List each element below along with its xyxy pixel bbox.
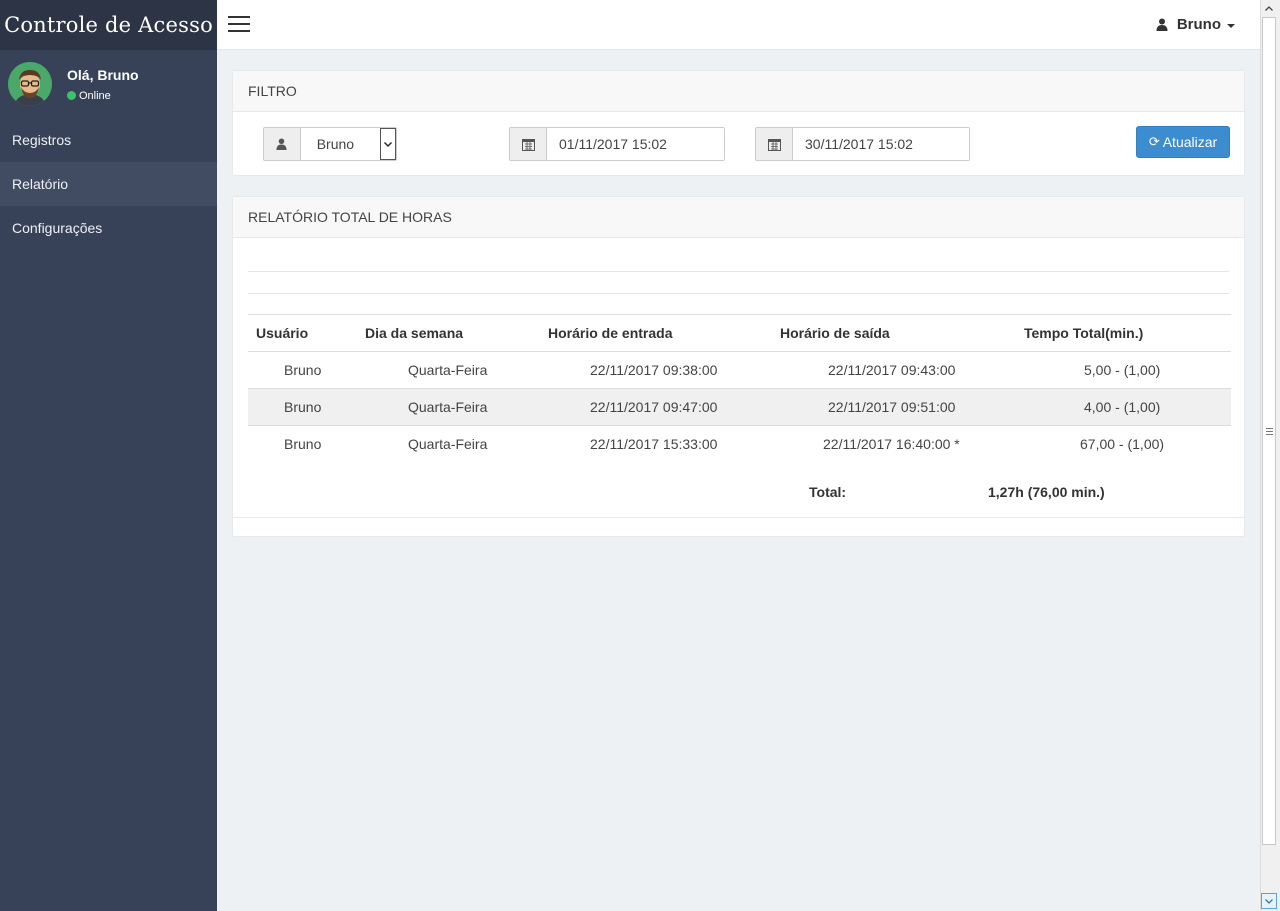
online-status-icon [67,91,76,100]
sidebar-item-relatorio[interactable]: Relatório [0,162,217,206]
total-label: Total: [809,484,847,500]
user-panel: Olá, Bruno Online [0,50,217,118]
date-start-group: 01/11/2017 15:02 [509,127,725,161]
cell-tempo: 5,00 - (1,00) [1016,351,1231,389]
top-header: Bruno [217,0,1260,50]
date-end-group: 30/11/2017 15:02 [755,127,970,161]
refresh-icon: ⟳ [1148,134,1160,149]
cell-usuario: Bruno [248,388,357,426]
cell-entrada: 22/11/2017 09:47:00 [540,388,772,426]
calendar-icon [521,138,535,151]
table-row: Bruno Quarta-Feira 22/11/2017 09:38:00 2… [248,351,1231,389]
cell-tempo: 67,00 - (1,00) [1080,436,1165,453]
scroll-thumb[interactable] [1262,17,1276,845]
total-value: 1,27h (76,00 min.) [988,484,1105,500]
refresh-button-label: Atualizar [1162,134,1218,150]
user-status: Online [67,90,139,102]
date-start-input[interactable]: 01/11/2017 15:02 [547,128,667,160]
calendar-icon [767,138,781,151]
filter-panel: FILTRO Bruno 01/11/2017 15:02 30/11/2017… [232,70,1245,176]
cell-dia: Quarta-Feira [408,436,488,453]
refresh-button[interactable]: ⟳ Atualizar [1136,126,1230,158]
report-panel: RELATÓRIO TOTAL DE HORAS Usuário Dia da … [232,196,1245,537]
table-header-row: Usuário Dia da semana Horário de entrada… [248,314,1231,352]
cell-usuario: Bruno [284,436,322,453]
column-header[interactable]: Horário de saída [772,314,1016,352]
cell-saida: 22/11/2017 09:51:00 [772,388,1016,426]
table-row: Bruno Quarta-Feira 22/11/2017 09:47:00 2… [248,388,1231,426]
column-header[interactable]: Usuário [248,314,357,352]
cell-dia: Quarta-Feira [357,388,540,426]
chevron-down-icon[interactable] [380,128,396,160]
column-header[interactable]: Dia da semana [357,314,540,352]
caret-down-icon [1227,23,1235,28]
scroll-up-icon[interactable] [1261,0,1277,16]
user-menu-label: Bruno [1176,16,1221,33]
user-addon [264,128,301,160]
user-greeting: Olá, Bruno [67,66,139,83]
cell-entrada: 22/11/2017 09:38:00 [540,351,772,389]
panel-footer-divider [233,517,1244,518]
cell-saida: 22/11/2017 16:40:00 * [823,436,960,453]
divider [248,293,1229,294]
sidebar: Controle de Acesso Olá, Bruno Online Reg… [0,0,217,911]
table-row: Bruno Quarta-Feira 22/11/2017 15:33:00 2… [248,426,1231,463]
menu-toggle-icon[interactable] [228,16,250,34]
user-select-group: Bruno [263,127,397,161]
date-end-input[interactable]: 30/11/2017 15:02 [793,128,913,160]
sidebar-item-registros[interactable]: Registros [0,118,217,162]
calendar-addon [510,128,547,160]
avatar [8,62,52,106]
scroll-down-icon[interactable] [1261,893,1277,909]
vertical-scrollbar[interactable] [1260,0,1277,911]
report-table: Usuário Dia da semana Horário de entrada… [248,314,1231,463]
user-icon [276,138,287,150]
user-icon [1156,18,1168,31]
column-header[interactable]: Tempo Total(min.) [1016,314,1231,352]
cell-dia: Quarta-Feira [357,351,540,389]
user-select[interactable]: Bruno [301,128,380,160]
cell-tempo: 4,00 - (1,00) [1016,388,1231,426]
divider [248,271,1229,272]
cell-saida: 22/11/2017 09:43:00 [772,351,1016,389]
cell-usuario: Bruno [248,351,357,389]
user-menu[interactable]: Bruno [1156,16,1235,33]
app-title[interactable]: Controle de Acesso [0,0,217,50]
filter-heading: FILTRO [233,71,1244,112]
report-heading: RELATÓRIO TOTAL DE HORAS [233,197,1244,238]
cell-entrada: 22/11/2017 15:33:00 [590,436,718,453]
calendar-addon [756,128,793,160]
column-header[interactable]: Horário de entrada [540,314,772,352]
sidebar-item-configuracoes[interactable]: Configurações [0,206,217,250]
user-status-label: Online [79,89,111,102]
